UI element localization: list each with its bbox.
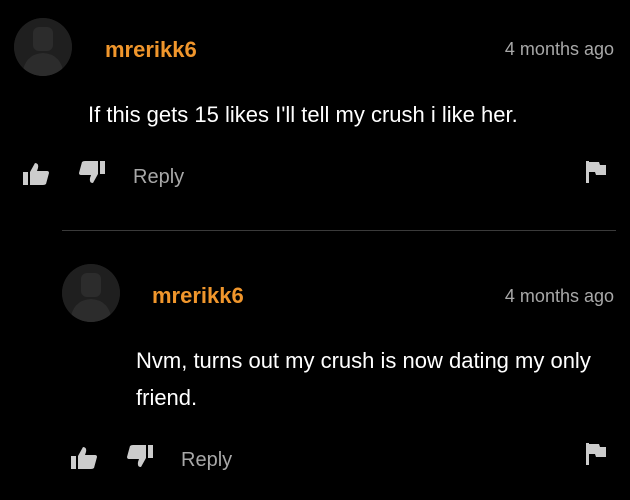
- thumbs-up-icon: [71, 447, 97, 469]
- thumbs-down-icon: [127, 445, 153, 467]
- comment-username[interactable]: mrerikk6: [105, 37, 197, 63]
- reply-button[interactable]: Reply: [133, 166, 184, 189]
- comment-text: Nvm, turns out my crush is now dating my…: [136, 348, 591, 410]
- comment-timestamp: 4 months ago: [504, 39, 614, 59]
- avatar[interactable]: [14, 18, 72, 76]
- comment: mrerikk6 4 months ago If this gets 15 li…: [0, 0, 630, 230]
- comment-timestamp: 4 months ago: [504, 286, 614, 306]
- thumbs-down-icon: [79, 161, 105, 183]
- like-button[interactable]: [22, 162, 50, 186]
- user-silhouette-icon: [14, 18, 72, 76]
- flag-icon: [586, 161, 606, 183]
- avatar[interactable]: [62, 264, 120, 322]
- comment-text: If this gets 15 likes I'll tell my crush…: [88, 102, 518, 127]
- flag-button[interactable]: [585, 160, 607, 184]
- like-button[interactable]: [70, 446, 98, 470]
- flag-icon: [586, 443, 606, 465]
- comment-reply: mrerikk6 4 months ago Nvm, turns out my …: [0, 230, 630, 500]
- dislike-button[interactable]: [126, 444, 154, 468]
- reply-button[interactable]: Reply: [181, 449, 232, 472]
- dislike-button[interactable]: [78, 160, 106, 184]
- flag-button[interactable]: [585, 442, 607, 466]
- thumbs-up-icon: [23, 163, 49, 185]
- comment-username[interactable]: mrerikk6: [152, 283, 244, 309]
- user-silhouette-icon: [62, 264, 120, 322]
